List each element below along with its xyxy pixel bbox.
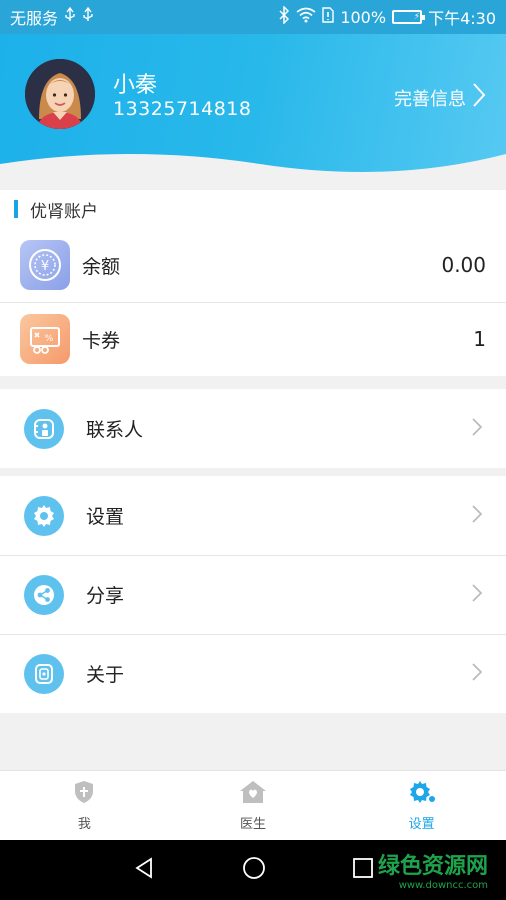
settings-label: 设置 bbox=[86, 506, 125, 528]
clock-text: 下午4:30 bbox=[428, 9, 496, 28]
tab-me-label: 我 bbox=[77, 817, 91, 832]
carrier-text: 无服务 bbox=[10, 9, 59, 28]
profile-header: 小秦 13325714818 完善信息 bbox=[0, 34, 506, 184]
avatar[interactable] bbox=[25, 59, 95, 129]
tab-doctor-label: 医生 bbox=[240, 817, 267, 832]
tab-doctor[interactable]: 医生 bbox=[169, 771, 338, 840]
coupon-label: 卡券 bbox=[82, 329, 121, 352]
share-label: 分享 bbox=[86, 585, 125, 607]
status-bar: 无服务 100% ⚡ 下午4:30 bbox=[0, 0, 506, 34]
usb-icon bbox=[82, 6, 94, 27]
battery-icon: ⚡ bbox=[392, 10, 426, 24]
tab-settings-label: 设置 bbox=[408, 817, 435, 832]
chevron-right-icon bbox=[472, 504, 483, 527]
user-name: 小秦 bbox=[113, 73, 158, 98]
usb-icon bbox=[64, 6, 76, 27]
watermark-title: 绿色资源网 bbox=[377, 854, 488, 879]
watermark: 绿色资源网 www.downcc.com bbox=[378, 848, 488, 891]
settings-row[interactable]: 设置 bbox=[0, 476, 506, 555]
coupon-value: 1 bbox=[473, 327, 486, 351]
section-accent-bar bbox=[14, 200, 18, 218]
about-row[interactable]: 关于 bbox=[0, 634, 506, 713]
bottom-tab-bar: 我 医生 设置 bbox=[0, 770, 506, 840]
user-phone: 13325714818 bbox=[113, 98, 252, 120]
chevron-right-icon bbox=[472, 417, 483, 440]
contacts-icon bbox=[24, 408, 64, 449]
share-icon bbox=[24, 574, 64, 615]
tab-settings[interactable]: 设置 bbox=[337, 771, 506, 840]
gear-icon bbox=[407, 779, 437, 809]
svg-text:¥: ¥ bbox=[41, 259, 49, 274]
chevron-right-icon bbox=[472, 82, 486, 113]
back-icon[interactable] bbox=[132, 856, 156, 884]
watermark-url: www.downcc.com bbox=[398, 880, 488, 891]
balance-label: 余额 bbox=[82, 255, 121, 278]
status-left: 无服务 bbox=[10, 5, 94, 29]
settings-group: 设置 分享 关于 bbox=[0, 476, 506, 713]
shield-icon bbox=[71, 779, 97, 809]
about-icon bbox=[24, 653, 64, 694]
contacts-label: 联系人 bbox=[86, 419, 144, 441]
complete-info-label: 完善信息 bbox=[394, 88, 466, 110]
chevron-right-icon bbox=[472, 583, 483, 606]
gear-icon bbox=[24, 495, 64, 536]
contacts-group: 联系人 bbox=[0, 389, 506, 468]
coupon-row[interactable]: % 卡券 1 bbox=[0, 302, 506, 376]
about-label: 关于 bbox=[86, 664, 125, 686]
tab-me[interactable]: 我 bbox=[0, 771, 169, 840]
battery-percent: 100% bbox=[340, 7, 387, 27]
house-icon bbox=[238, 779, 268, 809]
balance-row[interactable]: ¥ 余额 0.00 bbox=[0, 228, 506, 302]
account-list: ¥ 余额 0.00 % 卡券 1 bbox=[0, 228, 506, 376]
header-wave bbox=[0, 154, 506, 184]
account-section-title: 优肾账户 bbox=[0, 190, 506, 228]
chevron-right-icon bbox=[472, 662, 483, 685]
svg-text:%: % bbox=[45, 334, 54, 344]
balance-value: 0.00 bbox=[441, 253, 486, 277]
coupon-icon: % bbox=[20, 314, 70, 364]
home-icon[interactable] bbox=[241, 855, 267, 885]
contacts-row[interactable]: 联系人 bbox=[0, 389, 506, 468]
balance-icon: ¥ bbox=[20, 240, 70, 290]
section-title-text: 优肾账户 bbox=[30, 201, 98, 222]
share-row[interactable]: 分享 bbox=[0, 555, 506, 634]
wifi-icon bbox=[296, 7, 316, 27]
bluetooth-icon bbox=[278, 5, 290, 28]
charging-icon: ⚡ bbox=[413, 12, 421, 22]
recents-icon[interactable] bbox=[352, 857, 374, 883]
sim-alert-icon bbox=[322, 7, 335, 27]
complete-info-button[interactable]: 完善信息 bbox=[394, 82, 486, 113]
status-right: 100% ⚡ 下午4:30 bbox=[278, 5, 496, 29]
